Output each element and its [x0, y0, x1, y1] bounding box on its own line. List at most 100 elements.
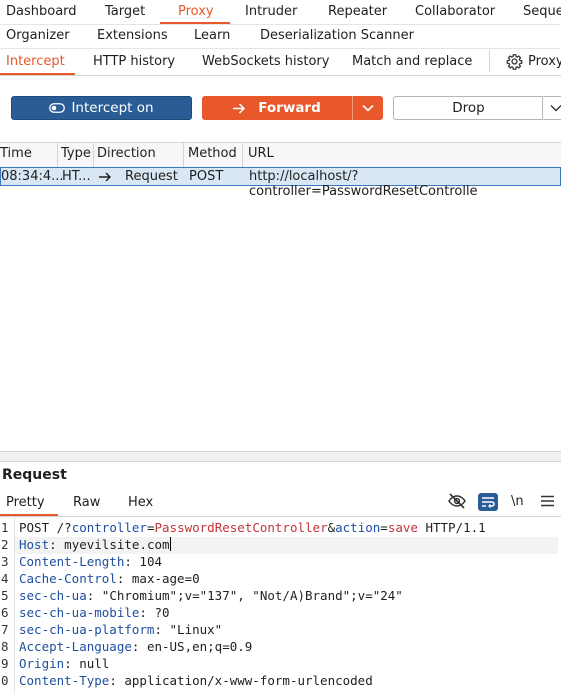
- line-number: 8: [1, 639, 9, 654]
- proxy-settings-label[interactable]: Proxy: [528, 54, 561, 69]
- line-number: 6: [1, 605, 9, 620]
- header-value: application/x-www-form-urlencoded: [124, 673, 373, 688]
- line-number: 7: [1, 622, 9, 637]
- http-version: HTTP/1.1: [425, 520, 486, 535]
- tab-sequencer[interactable]: Seque: [523, 4, 561, 19]
- column-header-method[interactable]: Method: [188, 146, 237, 161]
- header-value: max-age=0: [131, 571, 200, 586]
- eye-slash-icon[interactable]: [448, 493, 466, 509]
- chevron-down-icon: [550, 104, 561, 112]
- column-divider[interactable]: [183, 143, 184, 167]
- table-row[interactable]: 08:34:4... HT... Request POST http://loc…: [0, 167, 561, 199]
- forward-options-dropdown[interactable]: [352, 96, 383, 120]
- text-cursor: [169, 537, 171, 551]
- line-number: 0: [1, 673, 9, 688]
- header-name: Cache-Control: [19, 571, 117, 586]
- cell-direction: Request: [125, 169, 178, 184]
- header-value: ?0: [154, 605, 170, 620]
- header-line: Origin: null: [19, 656, 110, 671]
- request-path: /?: [56, 520, 72, 535]
- header-line: sec-ch-ua: "Chromium";v="137", "Not/A)Br…: [19, 588, 403, 603]
- header-value: null: [79, 656, 110, 671]
- header-value: "Chromium";v="137", "Not/A)Brand";v="24": [101, 588, 403, 603]
- header-line: Cache-Control: max-age=0: [19, 571, 200, 586]
- param-value: save: [387, 520, 418, 535]
- param-name: action: [335, 520, 381, 535]
- intercept-toggle-button[interactable]: Intercept on: [11, 96, 192, 120]
- line-number: 1: [1, 520, 9, 535]
- cell-time: 08:34:4...: [1, 169, 64, 184]
- header-value: "Linux": [169, 622, 223, 637]
- forward-label: Forward: [258, 100, 321, 116]
- tab-learn[interactable]: Learn: [194, 28, 230, 43]
- column-header-time[interactable]: Time: [0, 146, 32, 161]
- cell-method: POST: [189, 169, 224, 184]
- tab-organizer[interactable]: Organizer: [6, 28, 70, 43]
- tab-dashboard[interactable]: Dashboard: [6, 4, 77, 19]
- tab-pretty[interactable]: Pretty: [6, 495, 45, 510]
- line-number-gutter: 1 2 3 4 5 6 7 8 9 0: [0, 517, 15, 693]
- line-number: 9: [1, 656, 9, 671]
- header-line: Content-Length: 104: [19, 554, 162, 569]
- header-name: sec-ch-ua-platform: [19, 622, 155, 637]
- tab-http-history[interactable]: HTTP history: [93, 54, 175, 69]
- intercept-table-header: Time Type Direction Method URL: [0, 142, 561, 168]
- tab-raw[interactable]: Raw: [73, 495, 100, 510]
- wrap-lines-icon[interactable]: [478, 493, 498, 511]
- header-value: en-US,en;q=0.9: [146, 639, 253, 654]
- tab-extensions[interactable]: Extensions: [97, 28, 168, 43]
- divider: [489, 50, 490, 72]
- header-name: Host: [19, 537, 50, 552]
- header-line: Content-Type: application/x-www-form-url…: [19, 673, 373, 688]
- cell-url: http://localhost/?controller=PasswordRes…: [249, 169, 478, 199]
- tab-intercept[interactable]: Intercept: [6, 54, 65, 69]
- request-editor[interactable]: 1 2 3 4 5 6 7 8 9 0 POST /?controller=Pa…: [0, 517, 561, 693]
- tab-intruder[interactable]: Intruder: [245, 4, 297, 19]
- header-name: Accept-Language: [19, 639, 132, 654]
- header-value: 104: [139, 554, 162, 569]
- tab-hex[interactable]: Hex: [128, 495, 153, 510]
- header-name: sec-ch-ua: [19, 588, 87, 603]
- proxy-tab-bar: Intercept HTTP history WebSockets histor…: [0, 49, 561, 76]
- header-value: myevilsite.com: [64, 537, 170, 552]
- intercept-label: Intercept on: [71, 100, 154, 116]
- request-panel-title: Request: [2, 467, 67, 483]
- forward-button[interactable]: Forward: [202, 96, 352, 120]
- toggle-icon: [49, 103, 66, 113]
- header-line: Accept-Language: en-US,en;q=0.9: [19, 639, 253, 654]
- column-divider[interactable]: [242, 143, 243, 167]
- cell-type: HT...: [62, 169, 91, 184]
- arrow-right-icon: [99, 172, 112, 182]
- column-divider[interactable]: [93, 143, 94, 167]
- drop-button[interactable]: Drop: [393, 96, 543, 120]
- pane-splitter[interactable]: [0, 451, 561, 462]
- header-line: sec-ch-ua-platform: "Linux": [19, 622, 223, 637]
- column-header-type[interactable]: Type: [61, 146, 91, 161]
- tab-repeater[interactable]: Repeater: [328, 4, 387, 19]
- line-number: 2: [1, 537, 9, 552]
- tab-proxy[interactable]: Proxy: [178, 4, 214, 19]
- menu-icon[interactable]: [541, 495, 554, 507]
- gear-icon[interactable]: [506, 53, 523, 70]
- show-newlines-toggle[interactable]: \n: [511, 494, 524, 509]
- header-name: Content-Type: [19, 673, 110, 688]
- column-header-url[interactable]: URL: [248, 146, 274, 161]
- column-divider[interactable]: [57, 143, 58, 167]
- header-name: Content-Length: [19, 554, 125, 569]
- header-line: Host: myevilsite.com: [19, 537, 171, 552]
- tab-target[interactable]: Target: [105, 4, 145, 19]
- drop-label: Drop: [452, 100, 485, 116]
- line-number: 4: [1, 571, 9, 586]
- line-number: 5: [1, 588, 9, 603]
- param-name: controller: [71, 520, 147, 535]
- header-name: Origin: [19, 656, 65, 671]
- tab-collaborator[interactable]: Collaborator: [415, 4, 495, 19]
- tab-match-and-replace[interactable]: Match and replace: [352, 54, 472, 69]
- column-header-direction[interactable]: Direction: [97, 146, 156, 161]
- drop-options-dropdown[interactable]: [542, 96, 561, 120]
- main-tab-bar: Dashboard Target Proxy Intruder Repeater…: [0, 0, 561, 24]
- param-value: PasswordResetController: [154, 520, 328, 535]
- tab-deserialization-scanner[interactable]: Deserialization Scanner: [260, 28, 414, 43]
- secondary-tab-bar: Organizer Extensions Learn Deserializati…: [0, 24, 561, 48]
- tab-websockets-history[interactable]: WebSockets history: [202, 54, 329, 69]
